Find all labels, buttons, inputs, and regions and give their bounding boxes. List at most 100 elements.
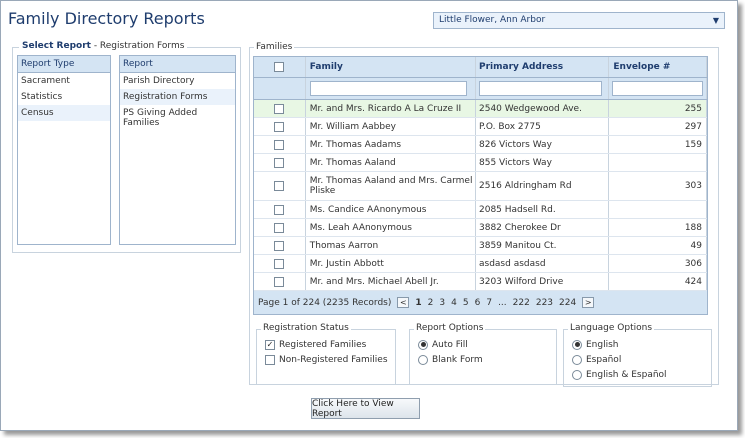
blank-form-option[interactable]: Blank Form [418, 352, 556, 367]
page-link[interactable]: 224 [559, 298, 576, 308]
option-label: Blank Form [432, 354, 483, 365]
family-cell: Mr. and Mrs. Ricardo A La Cruze II [306, 100, 476, 117]
prev-page-button[interactable]: < [397, 297, 410, 308]
radio-selected[interactable] [418, 339, 428, 350]
page-link[interactable]: 4 [451, 298, 457, 308]
english-option[interactable]: English [572, 337, 711, 352]
english-espanol-option[interactable]: English & Español [572, 367, 711, 382]
registration-status-legend: Registration Status [261, 323, 351, 333]
envelope-cell: 188 [609, 219, 707, 236]
envelope-cell: 306 [609, 255, 707, 272]
address-cell: 2516 Aldringham Rd [476, 172, 610, 200]
envelope-cell: 303 [609, 172, 707, 200]
row-checkbox[interactable] [274, 103, 285, 114]
table-row[interactable]: Ms. Candice AAnonymous 2085 Hadsell Rd. [254, 201, 707, 219]
table-row[interactable]: Thomas Aarron 3859 Manitou Ct. 49 [254, 237, 707, 255]
report-type-item[interactable]: Census [18, 105, 110, 121]
envelope-cell: 49 [609, 237, 707, 254]
report-item[interactable]: Parish Directory [120, 73, 235, 89]
radio-unselected[interactable] [572, 369, 582, 380]
page-link[interactable]: 2 [428, 298, 434, 308]
checkbox-empty[interactable] [265, 354, 275, 365]
chevron-down-icon[interactable]: ▼ [713, 16, 719, 25]
page-link[interactable]: 222 [513, 298, 530, 308]
select-all-checkbox[interactable] [274, 62, 285, 72]
option-label: Auto Fill [432, 339, 468, 350]
table-row[interactable]: Mr. Justin Abbott asdasd asdasd 306 [254, 255, 707, 273]
address-cell: 3203 Wilford Drive [476, 273, 610, 290]
family-cell: Mr. and Mrs. Michael Abell Jr. [306, 273, 476, 290]
row-checkbox[interactable] [274, 181, 285, 191]
parish-select[interactable]: Little Flower, Ann Arbor ▼ [433, 12, 725, 29]
family-cell: Ms. Leah AAnonymous [306, 219, 476, 236]
column-family[interactable]: Family [306, 57, 476, 77]
view-report-button[interactable]: Click Here to View Report [311, 398, 420, 419]
row-checkbox[interactable] [274, 240, 285, 251]
address-cell: 2085 Hadsell Rd. [476, 201, 610, 218]
radio-unselected[interactable] [418, 354, 428, 365]
next-page-button[interactable]: > [582, 297, 595, 308]
page-link[interactable]: 3 [439, 298, 445, 308]
grid-header: Family Primary Address Envelope # [254, 57, 707, 78]
column-envelope[interactable]: Envelope # [609, 57, 707, 77]
envelope-filter-input[interactable] [612, 81, 703, 96]
envelope-cell: 159 [609, 136, 707, 153]
row-checkbox[interactable] [274, 276, 285, 287]
language-options-legend: Language Options [568, 323, 655, 333]
language-options-box: Language Options English Español English… [563, 323, 712, 387]
report-item[interactable]: Registration Forms [120, 89, 235, 105]
parish-select-value: Little Flower, Ann Arbor [439, 15, 546, 25]
row-checkbox[interactable] [274, 157, 285, 168]
envelope-cell: 297 [609, 118, 707, 135]
page-link[interactable]: 5 [463, 298, 469, 308]
page-link[interactable]: 6 [475, 298, 481, 308]
family-cell: Ms. Candice AAnonymous [306, 201, 476, 218]
table-row[interactable]: Mr. Thomas Aaland 855 Victors Way [254, 154, 707, 172]
family-cell: Mr. Thomas Aadams [306, 136, 476, 153]
family-cell: Mr. Thomas Aaland and Mrs. Carmel Pliske [306, 172, 476, 200]
row-checkbox[interactable] [274, 258, 285, 269]
report-type-item[interactable]: Sacrament [18, 73, 110, 89]
report-type-item[interactable]: Statistics [18, 89, 110, 105]
row-checkbox[interactable] [274, 139, 285, 150]
families-grid: Family Primary Address Envelope # Mr. an… [253, 56, 708, 315]
address-cell: 826 Victors Way [476, 136, 610, 153]
select-report-title: Select Report [22, 41, 91, 51]
radio-unselected[interactable] [572, 354, 582, 365]
family-filter-input[interactable] [309, 81, 467, 96]
registered-families-option[interactable]: ✓ Registered Families [265, 337, 395, 352]
page-link[interactable]: 7 [486, 298, 492, 308]
families-legend: Families [254, 42, 295, 52]
table-row[interactable]: Ms. Leah AAnonymous 3882 Cherokee Dr 188 [254, 219, 707, 237]
table-row[interactable]: Mr. William Aabbey P.O. Box 2775 297 [254, 118, 707, 136]
table-row[interactable]: Mr. and Mrs. Ricardo A La Cruze II 2540 … [254, 100, 707, 118]
page-link[interactable]: 223 [536, 298, 553, 308]
page-ellipsis[interactable]: ... [498, 298, 507, 308]
table-row[interactable]: Mr. Thomas Aaland and Mrs. Carmel Pliske… [254, 172, 707, 201]
address-cell: asdasd asdasd [476, 255, 610, 272]
report-item[interactable]: PS Giving Added Families [120, 105, 235, 128]
row-checkbox[interactable] [274, 222, 285, 233]
table-row[interactable]: Mr. Thomas Aadams 826 Victors Way 159 [254, 136, 707, 154]
report-options-box: Report Options Auto Fill Blank Form [409, 323, 557, 385]
option-label: Registered Families [279, 339, 367, 350]
report-type-header: Report Type [18, 56, 110, 73]
radio-selected[interactable] [572, 339, 582, 350]
page-link[interactable]: 1 [415, 298, 421, 308]
checkmark-icon[interactable]: ✓ [265, 339, 275, 350]
option-label: English [586, 339, 619, 350]
address-cell: 3859 Manitou Ct. [476, 237, 610, 254]
address-cell: 855 Victors Way [476, 154, 610, 171]
select-report-subtitle: - Registration Forms [90, 41, 185, 51]
column-address[interactable]: Primary Address [476, 57, 610, 77]
espanol-option[interactable]: Español [572, 352, 711, 367]
non-registered-families-option[interactable]: Non-Registered Families [265, 352, 395, 367]
table-row[interactable]: Mr. and Mrs. Michael Abell Jr. 3203 Wilf… [254, 273, 707, 291]
auto-fill-option[interactable]: Auto Fill [418, 337, 556, 352]
family-cell: Mr. William Aabbey [306, 118, 476, 135]
families-panel: Families Family Primary Address Envelope… [249, 42, 719, 387]
row-checkbox[interactable] [274, 121, 285, 132]
address-filter-input[interactable] [479, 81, 602, 96]
option-label: English & Español [586, 369, 667, 380]
row-checkbox[interactable] [274, 204, 285, 215]
